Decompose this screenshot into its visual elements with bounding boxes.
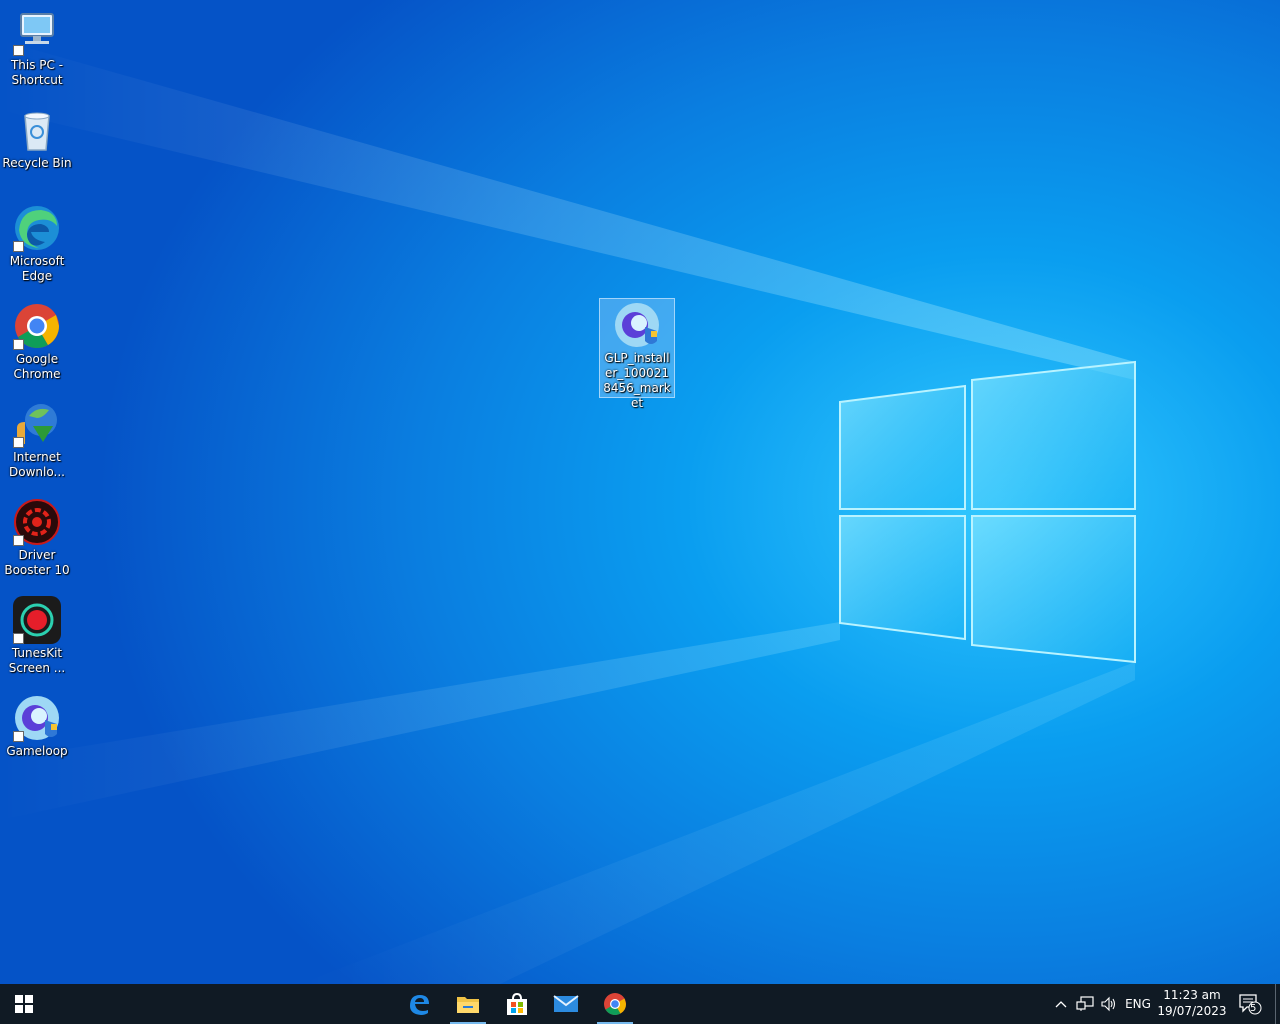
gameloop-icon bbox=[13, 694, 61, 742]
desktop-icon-label: TunesKit Screen ... bbox=[8, 646, 66, 675]
chevron-up-icon bbox=[1055, 1001, 1067, 1008]
network-tray-button[interactable] bbox=[1074, 984, 1096, 1024]
desktop-icon-label: Recycle Bin bbox=[2, 156, 72, 170]
start-button[interactable] bbox=[0, 984, 48, 1024]
driver-booster-icon bbox=[13, 498, 61, 546]
folder-icon bbox=[457, 997, 479, 1013]
desktop-icon-label: GLP_installer_1000218456_market bbox=[603, 351, 671, 410]
desktop-icon-this-pc[interactable]: This PC - Shortcut bbox=[0, 8, 74, 88]
desktop-icon-microsoft-edge[interactable]: Microsoft Edge bbox=[0, 204, 74, 284]
desktop-icon-label: Microsoft Edge bbox=[9, 254, 65, 283]
chrome-icon bbox=[13, 302, 61, 350]
language-indicator[interactable]: ENG bbox=[1122, 984, 1154, 1024]
desktop-icon-gameloop[interactable]: Gameloop bbox=[0, 694, 74, 759]
store-icon bbox=[507, 992, 527, 1015]
edge-icon bbox=[410, 995, 429, 1015]
gameloop-installer-icon bbox=[613, 301, 661, 349]
desktop-icon-label: Internet Downlo... bbox=[9, 450, 65, 479]
desktop-icon-label: Driver Booster 10 bbox=[4, 548, 70, 577]
wallpaper bbox=[0, 40, 1136, 984]
desktop-icon-internet-download-manager[interactable]: Internet Downlo... bbox=[0, 400, 74, 480]
desktop-icon-google-chrome[interactable]: Google Chrome bbox=[0, 302, 74, 382]
clock-time: 11:23 am bbox=[1163, 988, 1221, 1002]
desktop-icon-driver-booster[interactable]: Driver Booster 10 bbox=[0, 498, 74, 578]
internet-download-manager-icon bbox=[13, 400, 61, 448]
taskbar-edge-button[interactable] bbox=[395, 984, 443, 1024]
desktop-icon-glp-installer[interactable]: GLP_installer_1000218456_market bbox=[599, 298, 675, 410]
action-center-button[interactable]: 5 bbox=[1234, 984, 1266, 1024]
desktop-icon-recycle-bin[interactable]: Recycle Bin bbox=[0, 106, 74, 171]
mail-icon bbox=[553, 995, 579, 1012]
clock-date: 19/07/2023 bbox=[1157, 1004, 1227, 1018]
windows-start-icon bbox=[15, 995, 33, 1013]
taskbar-store-button[interactable] bbox=[493, 984, 541, 1024]
taskbar-chrome-button[interactable] bbox=[591, 984, 639, 1024]
notification-count-badge: 5 bbox=[1250, 1003, 1257, 1014]
taskbar-file-explorer-button[interactable] bbox=[444, 984, 492, 1024]
clock[interactable]: 11:23 am 19/07/2023 bbox=[1156, 987, 1228, 1019]
desktop[interactable]: This PC - Shortcut Recycle Bin Microsoft… bbox=[0, 0, 1280, 984]
desktop-icon-label: This PC - Shortcut bbox=[10, 58, 64, 87]
speaker-icon bbox=[1101, 996, 1116, 1012]
edge-icon bbox=[13, 204, 61, 252]
desktop-icon-tuneskit[interactable]: TunesKit Screen ... bbox=[0, 596, 74, 676]
language-label: ENG bbox=[1125, 997, 1151, 1011]
taskbar: ENG 11:23 am 19/07/2023 5 bbox=[0, 984, 1280, 1024]
chrome-icon bbox=[604, 993, 626, 1015]
recycle-bin-icon bbox=[13, 106, 61, 154]
volume-tray-button[interactable] bbox=[1098, 984, 1120, 1024]
show-hidden-icons-button[interactable] bbox=[1052, 984, 1070, 1024]
network-icon bbox=[1076, 996, 1094, 1011]
tuneskit-icon bbox=[13, 596, 61, 644]
computer-icon bbox=[13, 8, 61, 56]
desktop-icon-label: Gameloop bbox=[6, 744, 68, 758]
taskbar-mail-button[interactable] bbox=[542, 984, 590, 1024]
show-desktop-button[interactable] bbox=[1275, 984, 1276, 1024]
desktop-icon-label: Google Chrome bbox=[13, 352, 61, 381]
